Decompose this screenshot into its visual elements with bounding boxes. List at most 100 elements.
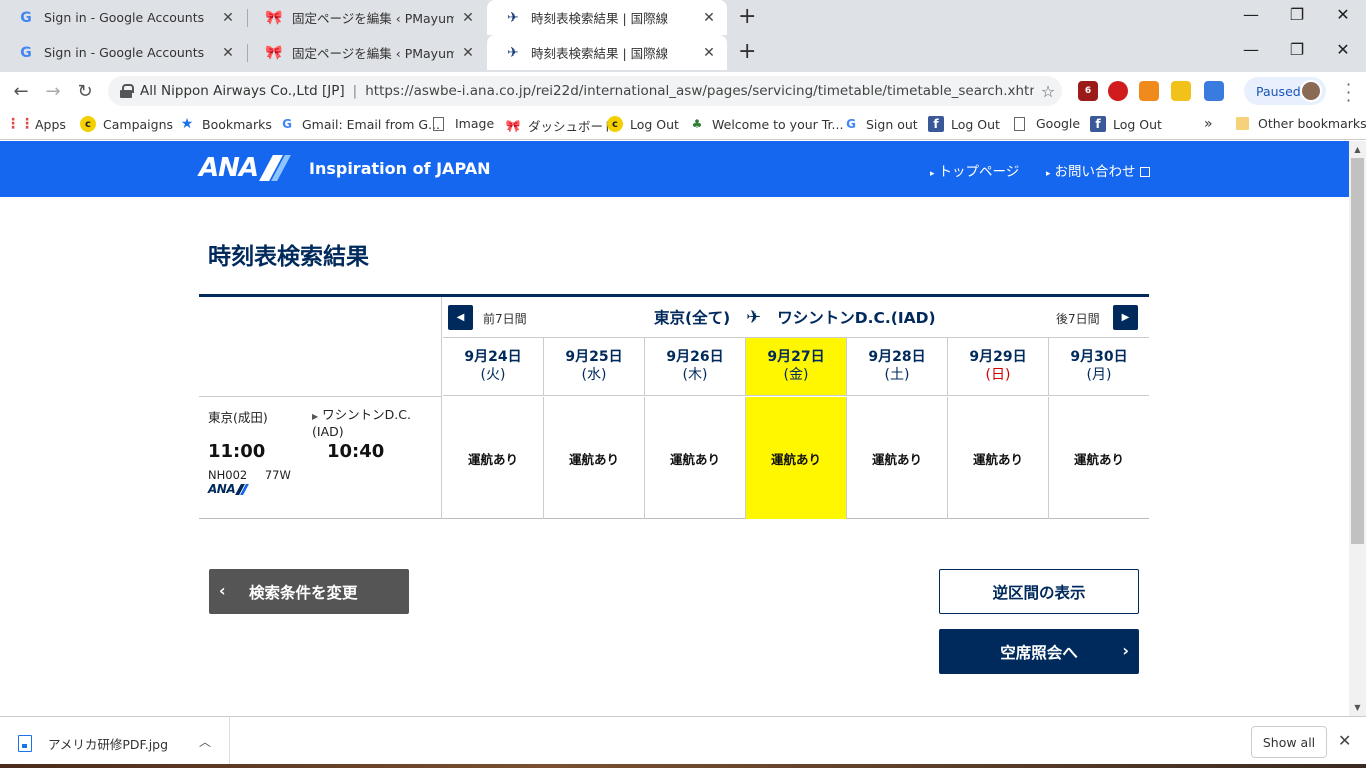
bookmark-image[interactable]: Image [433, 116, 494, 131]
restore-button[interactable]: ❐ [1274, 6, 1320, 24]
address-bar[interactable]: All Nippon Airways Co.,Ltd [JP] | https:… [108, 76, 1062, 106]
extension-screen-icon[interactable] [1204, 81, 1224, 101]
link-contact[interactable]: ▸ お問い合わせ [1046, 160, 1150, 180]
kebab-menu-icon[interactable]: · · · [1346, 77, 1351, 109]
tab-pmayumi[interactable]: 🎀 固定ページを編集 ‹ PMayumi.com — ✕ [248, 0, 486, 35]
carrier-logo: ANA [208, 482, 248, 496]
minimize-button[interactable]: — [1228, 41, 1274, 59]
bookmark-google[interactable]: Google [1014, 116, 1080, 131]
operation-cell[interactable]: 運航あり [544, 397, 645, 519]
close-icon[interactable]: ✕ [460, 10, 476, 26]
airplane-icon: ✈ [746, 306, 762, 328]
operation-cell[interactable]: 運航あり [948, 397, 1049, 519]
link-top-page[interactable]: ▸ トップページ [930, 160, 1019, 180]
aircraft-type: 77W [264, 468, 291, 482]
bookmark-label: Welcome to your Tr... [712, 116, 844, 132]
tab-pmayumi[interactable]: 🎀 固定ページを編集 ‹ PMayumi.com — ✕ [248, 35, 486, 70]
tab-title: 固定ページを編集 ‹ PMayumi.com — [292, 46, 454, 61]
reload-icon[interactable]: ↻ [73, 79, 97, 103]
ribbon-icon: 🎀 [505, 118, 521, 133]
prev-week-button[interactable]: ◀ [448, 305, 473, 330]
seat-availability-button[interactable]: 空席照会へ › [939, 629, 1139, 674]
restore-button[interactable]: ❐ [1274, 41, 1320, 59]
ana-logo[interactable]: ANA [199, 153, 290, 183]
day-header: 9月26日 (木) [645, 338, 746, 396]
bookmark-logout-facebook[interactable]: f Log Out [928, 116, 1000, 132]
mailchimp-icon: c [80, 116, 96, 132]
vertical-scrollbar[interactable]: ▲ ▼ [1349, 141, 1366, 716]
bookmark-apps[interactable]: ⋮⋮ Apps [6, 116, 66, 132]
next-week-button[interactable]: ▶ [1113, 305, 1138, 330]
close-icon[interactable]: ✕ [701, 45, 717, 61]
close-icon[interactable]: ✕ [701, 10, 717, 26]
ribbon-icon: 🎀 [265, 9, 283, 26]
operation-cell[interactable]: 運航あり [1049, 397, 1149, 519]
chevron-up-icon[interactable]: ︿ [199, 733, 211, 750]
new-tab-button[interactable]: + [738, 40, 756, 64]
bookmarks-overflow-button[interactable]: » [1204, 116, 1213, 132]
chevron-right-icon: ▸ [930, 169, 935, 179]
show-all-button[interactable]: Show all [1251, 726, 1327, 758]
avatar [1300, 80, 1322, 102]
operation-cell[interactable]: 運航あり [443, 397, 544, 519]
scroll-up-icon[interactable]: ▲ [1349, 141, 1366, 158]
extension-grade-icon[interactable] [1171, 81, 1191, 101]
extension-badge: 6 [1084, 86, 1092, 96]
operation-cell-selected[interactable]: 運航あり [746, 397, 847, 519]
close-icon[interactable]: ✕ [220, 10, 236, 26]
scroll-down-icon[interactable]: ▼ [1349, 699, 1366, 716]
other-bookmarks-folder[interactable]: Other bookmarks [1236, 116, 1366, 131]
profile-button[interactable]: Paused [1244, 77, 1326, 105]
scrollbar-thumb[interactable] [1351, 158, 1364, 544]
day-weekday: (金) [783, 367, 809, 383]
bookmark-gmail[interactable]: G Gmail: Email from G... [279, 116, 440, 132]
tab-ana-timetable[interactable]: ✈ 時刻表検索結果 | 国際線 ✕ [487, 0, 727, 35]
lock-icon[interactable] [120, 84, 134, 98]
flight-destination-wrap: ▶ ワシントンD.C.(IAD) [312, 407, 432, 439]
extension-chart-icon[interactable] [1139, 81, 1159, 101]
external-link-icon [1139, 167, 1150, 177]
extension-ublock-icon[interactable]: 6 [1078, 81, 1098, 101]
bookmark-star-icon[interactable]: ☆ [1034, 82, 1062, 101]
forward-arrow-icon[interactable]: → [41, 79, 65, 103]
bookmark-label: Log Out [951, 116, 1000, 132]
close-icon[interactable]: ✕ [460, 45, 476, 61]
bookmark-campaigns[interactable]: c Campaigns [80, 116, 173, 132]
tab-google-signin[interactable]: G Sign in - Google Accounts ✕ [0, 35, 246, 70]
bookmarks-bar: ⋮⋮ Apps c Campaigns ★ Bookmarks G Gmail:… [0, 110, 1366, 140]
operation-cell[interactable]: 運航あり [847, 397, 948, 519]
operation-cell[interactable]: 運航あり [645, 397, 746, 519]
bookmark-logout-mailchimp[interactable]: c Log Out [607, 116, 679, 132]
back-arrow-icon[interactable]: ← [9, 79, 33, 103]
image-file-icon [18, 734, 32, 752]
bookmark-signout[interactable]: G Sign out [843, 116, 918, 132]
download-item[interactable]: アメリカ研修PDF.jpg ︿ [0, 717, 230, 768]
bookmark-label: Other bookmarks [1258, 116, 1366, 131]
caret-left-icon: ◀ [456, 312, 465, 323]
tab-ana-timetable[interactable]: ✈ 時刻表検索結果 | 国際線 ✕ [487, 35, 727, 70]
facebook-icon: f [928, 116, 944, 132]
day-weekday: (土) [884, 367, 910, 383]
facebook-icon: f [1090, 116, 1106, 132]
next-week-label[interactable]: 後7日間 [1056, 310, 1100, 327]
flight-number-line: NH002 77W [208, 468, 291, 482]
window-close-button[interactable]: ✕ [1320, 6, 1366, 24]
flight-row-info: 東京(成田) ▶ ワシントンD.C.(IAD) 11:00 10:40 NH002… [199, 397, 442, 519]
leaf-icon: ♣ [691, 117, 703, 131]
close-icon[interactable]: ✕ [220, 45, 236, 61]
minimize-button[interactable]: — [1228, 6, 1274, 24]
window-close-button[interactable]: ✕ [1320, 41, 1366, 59]
reverse-route-button[interactable]: 逆区間の表示 [939, 569, 1139, 614]
bookmark-logout-facebook-2[interactable]: f Log Out [1090, 116, 1162, 132]
bookmark-welcome[interactable]: ♣ Welcome to your Tr... [689, 116, 844, 132]
change-search-button[interactable]: ‹ 検索条件を変更 [209, 569, 409, 614]
tab-google-signin[interactable]: G Sign in - Google Accounts ✕ [0, 0, 246, 35]
bookmark-bookmarks[interactable]: ★ Bookmarks [179, 116, 272, 132]
prev-week-label[interactable]: 前7日間 [483, 310, 527, 327]
url-text[interactable]: https://aswbe-i.ana.co.jp/rei22d/interna… [365, 83, 1034, 99]
link-label: お問い合わせ [1054, 164, 1136, 180]
new-tab-button[interactable]: + [738, 5, 756, 29]
close-icon[interactable]: ✕ [1338, 731, 1351, 750]
bookmark-dashboard[interactable]: 🎀 ダッシュボード [505, 116, 616, 135]
extension-lastpass-icon[interactable] [1108, 81, 1128, 101]
